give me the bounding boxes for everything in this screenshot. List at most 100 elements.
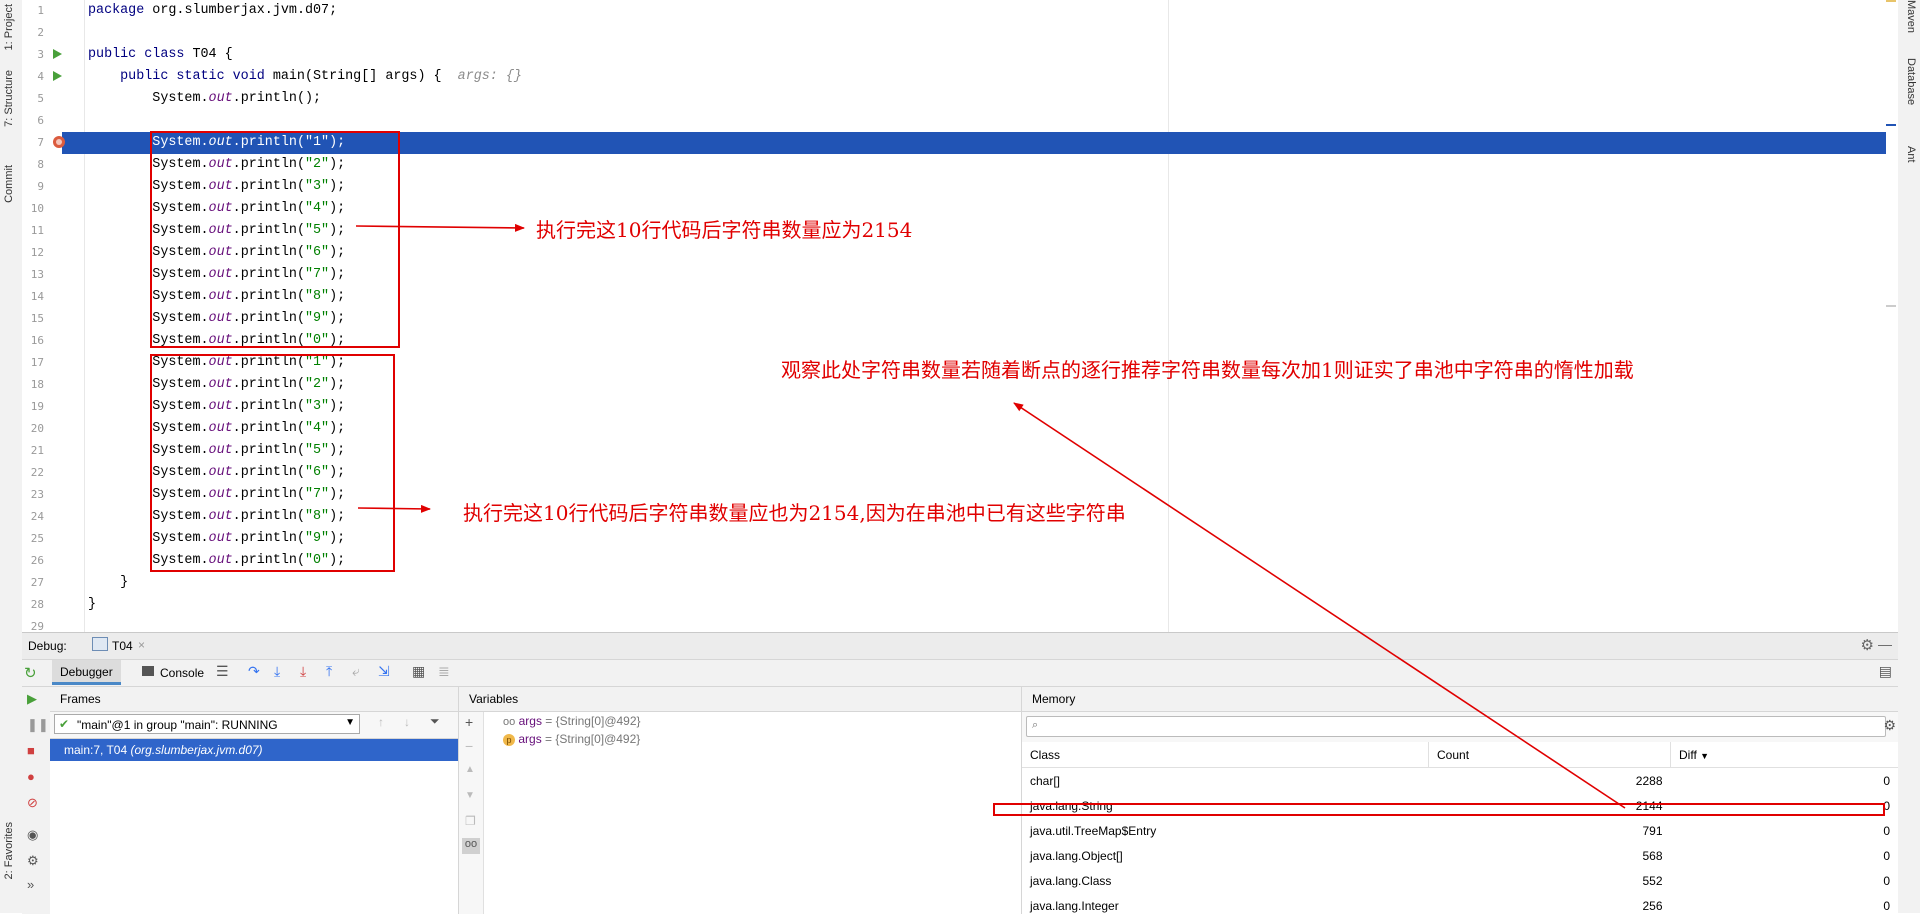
tab-console[interactable]: Console xyxy=(160,666,204,680)
tool-tab-project[interactable]: 1: Project xyxy=(3,4,15,50)
code-line[interactable]: public class T04 { xyxy=(88,44,233,66)
step-into-icon[interactable]: ⤓ xyxy=(274,663,280,680)
table-row[interactable]: java.lang.Class 552 0 xyxy=(1022,868,1898,893)
code-token: args: {} xyxy=(457,69,522,84)
rerun-icon[interactable]: ↻ xyxy=(24,664,37,682)
line-number[interactable]: 19 xyxy=(22,396,44,418)
editor-gutter[interactable]: 1 2 3 4 5 6 7 8 9 10 11 12 13 14 15 16 17 18 19 20 21 22 23 24 2… xyxy=(22,0,85,632)
line-number[interactable]: 6 xyxy=(22,110,44,132)
settings-icon[interactable]: ⚙ xyxy=(27,853,39,869)
drop-frame-icon[interactable]: ⤶ xyxy=(352,663,360,680)
memory-search-input[interactable]: ⌕ xyxy=(1026,716,1886,737)
line-number[interactable]: 17 xyxy=(22,352,44,374)
line-number[interactable]: 16 xyxy=(22,330,44,352)
table-row[interactable]: java.lang.Integer 256 0 xyxy=(1022,893,1898,918)
variable-row[interactable]: oo args = {String[0]@492} xyxy=(503,714,641,728)
line-number[interactable]: 21 xyxy=(22,440,44,462)
code-line[interactable]: package org.slumberjax.jvm.d07; xyxy=(88,0,337,22)
table-row[interactable]: java.util.TreeMap$Entry 791 0 xyxy=(1022,818,1898,843)
breakpoint-icon[interactable] xyxy=(53,136,65,148)
memory-search-row: ⌕ ⚙ xyxy=(1022,712,1898,742)
tool-tab-database[interactable]: Database xyxy=(1905,58,1917,105)
add-watch-icon[interactable]: + xyxy=(465,714,473,730)
mute-breakpoints-icon[interactable]: ⊘ xyxy=(27,795,38,811)
line-number[interactable]: 22 xyxy=(22,462,44,484)
line-number[interactable]: 27 xyxy=(22,572,44,594)
tool-tab-ant[interactable]: Ant xyxy=(1905,146,1917,163)
filter-icon[interactable]: ⏷ xyxy=(430,714,440,729)
copy-icon[interactable]: ❐ xyxy=(465,814,476,828)
editor-scrollbar[interactable] xyxy=(1886,0,1898,632)
watches-toggle-icon[interactable]: oo xyxy=(462,838,480,854)
line-number[interactable]: 11 xyxy=(22,220,44,242)
evaluate-expression-icon[interactable]: ▦ xyxy=(412,663,425,680)
view-breakpoints-icon[interactable]: ● xyxy=(27,769,35,784)
line-number[interactable]: 15 xyxy=(22,308,44,330)
gear-icon[interactable]: ⚙ xyxy=(1861,636,1874,654)
run-main-icon[interactable] xyxy=(53,71,62,81)
column-header-count[interactable]: Count xyxy=(1428,742,1671,768)
tool-tab-maven[interactable]: Maven xyxy=(1905,0,1917,33)
line-number[interactable]: 1 xyxy=(22,0,44,22)
line-number[interactable]: 29 xyxy=(22,616,44,632)
line-number[interactable]: 8 xyxy=(22,154,44,176)
line-number[interactable]: 28 xyxy=(22,594,44,616)
frame-item[interactable]: main:7, T04 (org.slumberjax.jvm.d07) xyxy=(50,739,458,761)
code-line[interactable]: } xyxy=(88,572,128,594)
code-line[interactable]: public static void main(String[] args) {… xyxy=(88,66,522,88)
minimize-icon[interactable]: — xyxy=(1878,636,1892,652)
table-row[interactable]: java.lang.Object[] 568 0 xyxy=(1022,843,1898,868)
line-number[interactable]: 5 xyxy=(22,88,44,110)
code-token: T04 { xyxy=(192,47,233,62)
line-number[interactable]: 18 xyxy=(22,374,44,396)
line-number[interactable]: 24 xyxy=(22,506,44,528)
move-up-icon[interactable]: ▲ xyxy=(465,764,475,775)
resume-icon[interactable]: ▶ xyxy=(27,691,37,707)
stop-icon[interactable]: ■ xyxy=(27,743,35,758)
remove-watch-icon[interactable]: − xyxy=(465,738,473,754)
menu-icon[interactable]: ☰ xyxy=(216,663,229,680)
layout-icon[interactable]: ▤ xyxy=(1879,663,1892,680)
thread-dropdown[interactable]: ✔ "main"@1 in group "main": RUNNING ▼ xyxy=(54,714,360,734)
line-number[interactable]: 10 xyxy=(22,198,44,220)
trace-icon[interactable]: ≣ xyxy=(438,663,450,680)
line-number[interactable]: 7 xyxy=(22,132,44,154)
line-number[interactable]: 20 xyxy=(22,418,44,440)
line-number[interactable]: 13 xyxy=(22,264,44,286)
run-to-cursor-icon[interactable]: ⇲ xyxy=(378,663,390,680)
arrow-up-icon[interactable]: ↑ xyxy=(378,715,384,729)
move-down-icon[interactable]: ▼ xyxy=(465,790,475,801)
camera-icon[interactable]: ◉ xyxy=(27,827,38,843)
line-number[interactable]: 14 xyxy=(22,286,44,308)
line-number[interactable]: 4 xyxy=(22,66,44,88)
code-line[interactable]: System.out.println(); xyxy=(88,88,321,110)
line-number[interactable]: 12 xyxy=(22,242,44,264)
code-line[interactable]: } xyxy=(88,594,96,616)
debug-session-tab[interactable]: T04 xyxy=(112,639,133,653)
line-number[interactable]: 26 xyxy=(22,550,44,572)
tool-tab-favorites[interactable]: 2: Favorites xyxy=(3,822,15,879)
pause-icon[interactable]: ❚❚ xyxy=(27,717,49,733)
arrow-down-icon[interactable]: ↓ xyxy=(404,715,410,729)
run-class-icon[interactable] xyxy=(53,49,62,59)
tool-tab-commit[interactable]: Commit xyxy=(3,165,15,203)
line-number[interactable]: 25 xyxy=(22,528,44,550)
memory-settings-icon[interactable]: ⚙ xyxy=(1883,717,1896,734)
table-row[interactable]: char[] 2288 0 xyxy=(1022,768,1898,794)
tool-tab-structure[interactable]: 7: Structure xyxy=(3,70,15,127)
force-step-into-icon[interactable]: ⤓ xyxy=(300,663,306,680)
cell-class: java.lang.Class xyxy=(1030,873,1112,888)
line-number[interactable]: 3 xyxy=(22,44,44,66)
step-out-icon[interactable]: ⤒ xyxy=(326,663,332,680)
tab-debugger[interactable]: Debugger xyxy=(52,660,121,685)
line-number[interactable]: 9 xyxy=(22,176,44,198)
variable-row[interactable]: p args = {String[0]@492} xyxy=(503,732,640,746)
line-number[interactable]: 2 xyxy=(22,22,44,44)
more-icon[interactable]: » xyxy=(27,877,34,892)
column-header-class[interactable]: Class xyxy=(1022,742,1429,768)
code-editor[interactable]: 1 2 3 4 5 6 7 8 9 10 11 12 13 14 15 16 17 18 19 20 21 22 23 24 2… xyxy=(22,0,1898,632)
line-number[interactable]: 23 xyxy=(22,484,44,506)
step-over-icon[interactable]: ↷ xyxy=(248,663,260,680)
close-tab-icon[interactable]: × xyxy=(138,638,145,652)
column-header-diff[interactable]: Diff ▼ xyxy=(1671,742,1899,768)
